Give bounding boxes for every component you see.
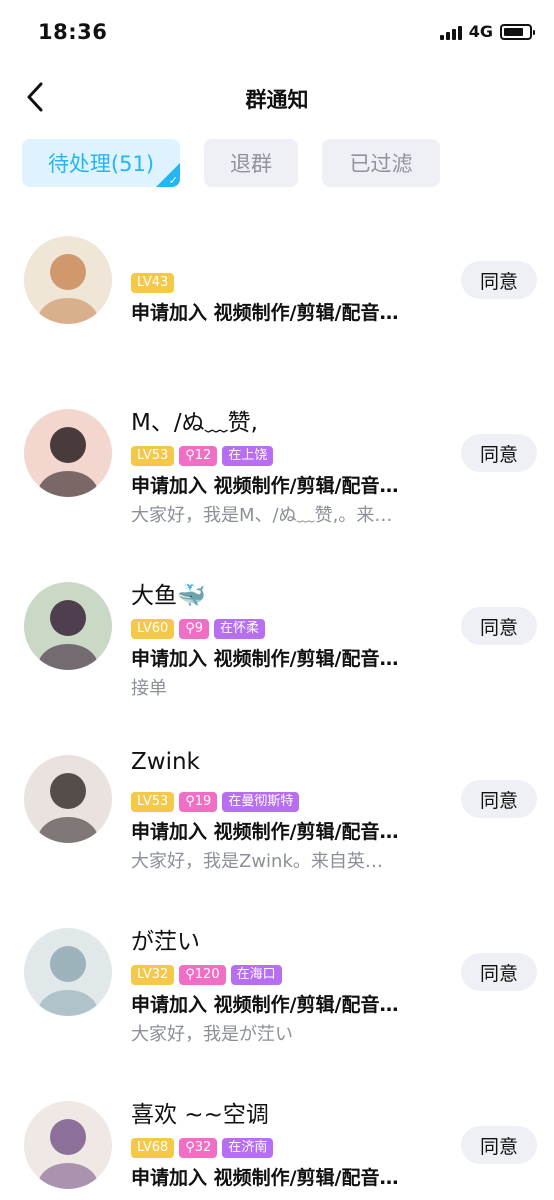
request-note: 大家好，我是Zwink。来自英… bbox=[131, 851, 383, 872]
agree-button[interactable]: 同意 bbox=[461, 261, 537, 299]
status-indicators: 4G bbox=[439, 22, 535, 41]
location-badge: 在曼彻斯特 bbox=[222, 792, 300, 812]
tab-pending[interactable]: 待处理(51) ✓ bbox=[22, 139, 180, 187]
level-badge: LV43 bbox=[131, 273, 175, 293]
level-badge: LV32 bbox=[131, 965, 175, 985]
avatar[interactable] bbox=[24, 755, 112, 843]
agree-button[interactable]: 同意 bbox=[461, 1126, 537, 1164]
tab-filtered-label: 已过滤 bbox=[349, 152, 413, 176]
level-badge: LV53 bbox=[131, 792, 175, 812]
agree-button[interactable]: 同意 bbox=[461, 780, 537, 818]
level-badge: LV68 bbox=[131, 1138, 175, 1158]
battery-icon bbox=[500, 23, 535, 40]
nav-bar: 群通知 bbox=[0, 66, 554, 130]
location-badge: 在海口 bbox=[230, 965, 282, 985]
request-text: 申请加入 视频制作/剪辑/配音… bbox=[131, 475, 399, 497]
status-time: 18:36 bbox=[38, 20, 108, 44]
request-list: LV43 申请加入 视频制作/剪辑/配音… 同意 M、/ぬ﹏赞, LV53 ⚲1… bbox=[0, 221, 554, 1200]
request-text: 申请加入 视频制作/剪辑/配音… bbox=[131, 821, 399, 843]
check-icon: ✓ bbox=[168, 174, 178, 187]
tag-row: LV60 ⚲9 在怀柔 bbox=[131, 619, 266, 639]
user-name: M、/ぬ﹏赞, bbox=[131, 410, 258, 436]
page-title: 群通知 bbox=[245, 88, 309, 112]
tag-row: LV32 ⚲120 在海口 bbox=[131, 965, 282, 985]
avatar[interactable] bbox=[24, 1101, 112, 1189]
user-name: 喜欢 ~~空调 bbox=[131, 1102, 269, 1128]
tag-row: LV53 ⚲12 在上饶 bbox=[131, 446, 274, 466]
request-text: 申请加入 视频制作/剪辑/配音… bbox=[131, 994, 399, 1016]
list-item[interactable]: が茳い LV32 ⚲120 在海口 申请加入 视频制作/剪辑/配音… 大家好，我… bbox=[0, 913, 554, 1086]
avatar[interactable] bbox=[24, 236, 112, 324]
request-note: 接单 bbox=[131, 678, 167, 699]
level-badge: LV60 bbox=[131, 619, 175, 639]
battery-fill bbox=[504, 27, 524, 36]
list-item[interactable]: Zwink LV53 ⚲19 在曼彻斯特 申请加入 视频制作/剪辑/配音… 大家… bbox=[0, 740, 554, 913]
list-item[interactable]: 大鱼🐳 LV60 ⚲9 在怀柔 申请加入 视频制作/剪辑/配音… 接单 同意 bbox=[0, 567, 554, 740]
location-badge: 在上饶 bbox=[222, 446, 274, 466]
agree-button[interactable]: 同意 bbox=[461, 434, 537, 472]
tab-bar: 待处理(51) ✓ 退群 已过滤 bbox=[22, 139, 440, 187]
request-text: 申请加入 视频制作/剪辑/配音… bbox=[131, 1167, 399, 1189]
list-item[interactable]: 喜欢 ~~空调 LV68 ⚲32 在济南 申请加入 视频制作/剪辑/配音… 同意 bbox=[0, 1086, 554, 1200]
tag-row: LV68 ⚲32 在济南 bbox=[131, 1138, 274, 1158]
request-text: 申请加入 视频制作/剪辑/配音… bbox=[131, 648, 399, 670]
status-bar: 18:36 4G bbox=[0, 0, 554, 66]
count-badge: ⚲12 bbox=[179, 446, 218, 466]
user-name: Zwink bbox=[131, 749, 200, 775]
tag-row: LV43 bbox=[131, 273, 175, 293]
location-badge: 在怀柔 bbox=[214, 619, 266, 639]
user-name: 大鱼🐳 bbox=[131, 583, 206, 609]
tab-quit-label: 退群 bbox=[230, 152, 272, 176]
tab-pending-label: 待处理(51) bbox=[47, 152, 155, 176]
avatar[interactable] bbox=[24, 582, 112, 670]
request-note: 大家好，我是が茳い bbox=[131, 1024, 293, 1045]
count-badge: ⚲9 bbox=[179, 619, 210, 639]
list-item[interactable]: LV43 申请加入 视频制作/剪辑/配音… 同意 bbox=[0, 221, 554, 394]
agree-button[interactable]: 同意 bbox=[461, 607, 537, 645]
list-item[interactable]: M、/ぬ﹏赞, LV53 ⚲12 在上饶 申请加入 视频制作/剪辑/配音… 大家… bbox=[0, 394, 554, 567]
count-badge: ⚲32 bbox=[179, 1138, 218, 1158]
user-name: が茳い bbox=[131, 929, 200, 955]
level-badge: LV53 bbox=[131, 446, 175, 466]
request-text: 申请加入 视频制作/剪辑/配音… bbox=[131, 302, 399, 324]
tag-row: LV53 ⚲19 在曼彻斯特 bbox=[131, 792, 300, 812]
signal-icon bbox=[439, 24, 462, 40]
network-label: 4G bbox=[468, 22, 493, 41]
tab-filtered[interactable]: 已过滤 bbox=[322, 139, 440, 187]
avatar[interactable] bbox=[24, 928, 112, 1016]
request-note: 大家好，我是M、/ぬ﹏赞,。来… bbox=[131, 505, 393, 526]
count-badge: ⚲120 bbox=[179, 965, 226, 985]
tab-quit[interactable]: 退群 bbox=[204, 139, 298, 187]
count-badge: ⚲19 bbox=[179, 792, 218, 812]
avatar[interactable] bbox=[24, 409, 112, 497]
location-badge: 在济南 bbox=[222, 1138, 274, 1158]
agree-button[interactable]: 同意 bbox=[461, 953, 537, 991]
